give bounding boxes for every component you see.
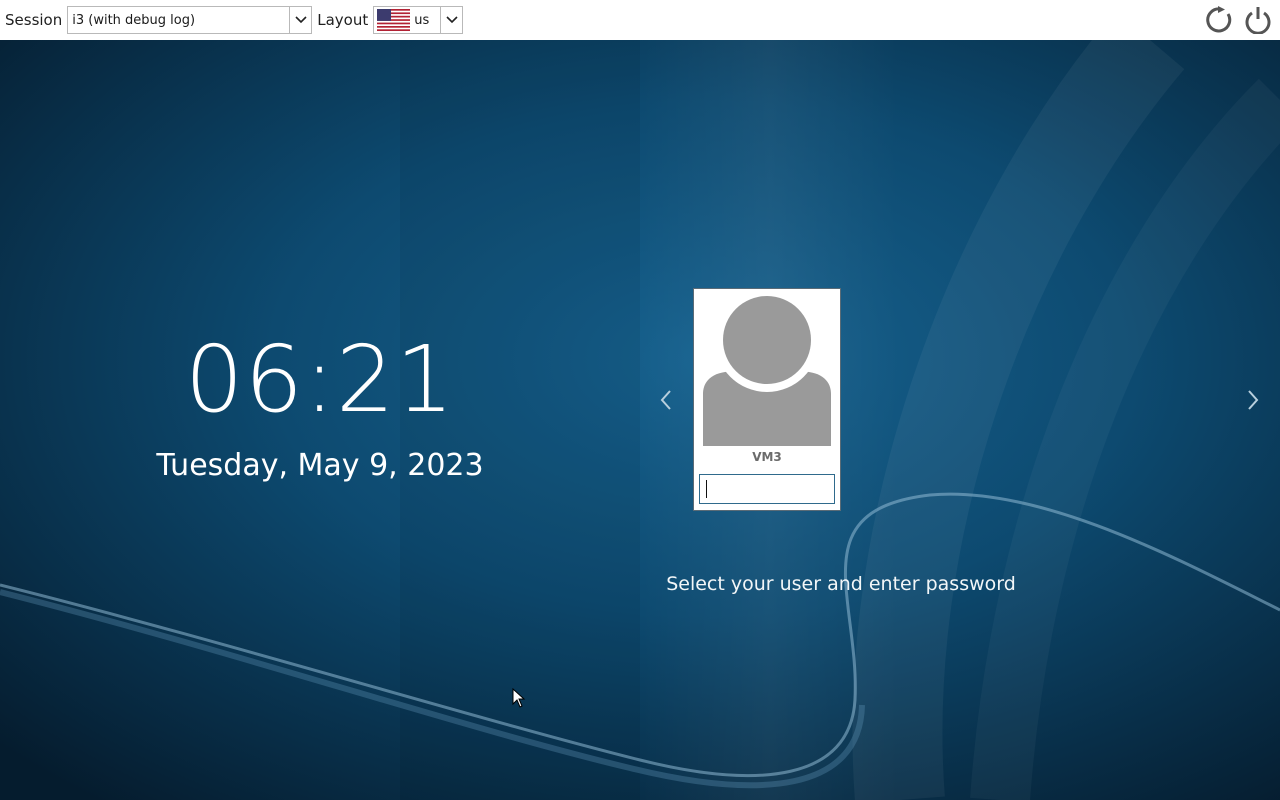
mouse-pointer-icon [512, 688, 526, 708]
layout-select[interactable]: us [373, 6, 464, 34]
us-flag-icon [377, 9, 411, 31]
clock-time: 06:21 [184, 326, 456, 433]
session-value: i3 (with debug log) [72, 12, 196, 28]
avatar-icon [703, 294, 831, 446]
previous-user-arrow[interactable] [656, 386, 676, 414]
chevron-down-icon[interactable] [440, 7, 462, 33]
user-card[interactable]: VM3 [693, 288, 841, 511]
session-select[interactable]: i3 (with debug log) [67, 6, 313, 34]
login-hint: Select your user and enter password [666, 573, 1016, 595]
session-label: Session [5, 11, 63, 29]
text-caret [706, 480, 707, 498]
password-input[interactable] [699, 474, 835, 504]
username-label: VM3 [752, 450, 782, 464]
restart-icon[interactable] [1204, 4, 1236, 36]
power-icon[interactable] [1242, 4, 1274, 36]
next-user-arrow[interactable] [1243, 386, 1263, 414]
chevron-down-icon[interactable] [289, 7, 311, 33]
clock-date: Tuesday, May 9, 2023 [156, 448, 484, 483]
top-bar: Session i3 (with debug log) Layout us [0, 0, 1280, 40]
layout-value: us [414, 12, 430, 28]
layout-label: Layout [317, 11, 369, 29]
